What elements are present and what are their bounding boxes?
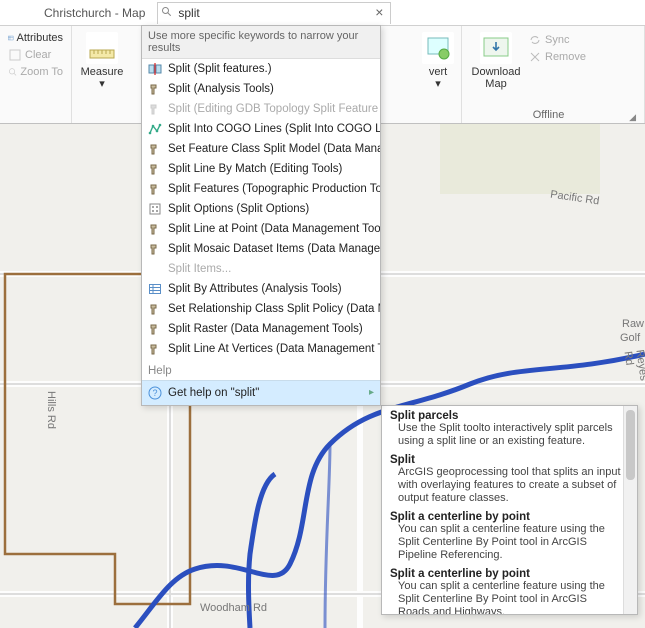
- road-label-hills: Hills Rd: [45, 391, 57, 429]
- convert-label: vert▾: [418, 66, 458, 90]
- help-topic-title: Split a centerline by point: [390, 511, 621, 523]
- search-result-label: Split Items...: [168, 263, 231, 275]
- dropdown-help-section: Help: [142, 359, 380, 380]
- attributes-label: Attributes: [17, 32, 63, 44]
- clear-button: Clear: [6, 47, 65, 63]
- blank-icon: [148, 262, 162, 276]
- search-results-dropdown: Use more specific keywords to narrow you…: [141, 25, 381, 406]
- hammer-icon: [148, 242, 162, 256]
- zoom-to-label: Zoom To: [20, 66, 63, 78]
- search-result-label: Split (Editing GDB Topology Split Featur…: [168, 103, 380, 115]
- hammer-icon: [148, 162, 162, 176]
- search-result-label: Split Mosaic Dataset Items (Data Managem…: [168, 243, 380, 255]
- search-result-label: Split (Split features.): [168, 63, 272, 75]
- search-result-item[interactable]: Split (Analysis Tools): [142, 79, 380, 99]
- help-topic-title: Split parcels: [390, 410, 621, 422]
- help-flyout-panel: Split parcelsUse the Split toolto intera…: [381, 405, 638, 615]
- download-map-icon: [480, 32, 512, 64]
- command-search-wrap: ×: [157, 2, 391, 24]
- search-result-item[interactable]: Split Line At Vertices (Data Management …: [142, 339, 380, 359]
- help-topic-title: Split: [390, 454, 621, 466]
- search-result-label: Set Relationship Class Split Policy (Dat…: [168, 303, 380, 315]
- search-result-item: Split (Editing GDB Topology Split Featur…: [142, 99, 380, 119]
- hammer-icon: [148, 302, 162, 316]
- search-result-label: Split (Analysis Tools): [168, 83, 274, 95]
- chevron-right-icon: ▸: [369, 387, 374, 398]
- road-label-woodham: Woodham Rd: [200, 602, 267, 614]
- search-result-item[interactable]: Split Mosaic Dataset Items (Data Managem…: [142, 239, 380, 259]
- help-scroll-thumb[interactable]: [626, 410, 635, 480]
- search-result-label: Split Line at Point (Data Management Too…: [168, 223, 380, 235]
- hammer-icon: [148, 342, 162, 356]
- search-result-label: Split Features (Topographic Production T…: [168, 183, 380, 195]
- help-topic[interactable]: Split parcelsUse the Split toolto intera…: [390, 410, 621, 448]
- download-map-button[interactable]: Download Map: [468, 30, 524, 90]
- help-link-label: Get help on "split": [168, 387, 259, 399]
- help-scrollbar[interactable]: [623, 406, 637, 614]
- help-topic-body: You can split a centerline feature using…: [390, 523, 621, 562]
- help-topic-body: You can split a centerline feature using…: [390, 580, 621, 614]
- attributes-button[interactable]: Attributes: [6, 30, 65, 46]
- search-result-item[interactable]: Split Line at Point (Data Management Too…: [142, 219, 380, 239]
- search-result-item[interactable]: Split Into COGO Lines (Split Into COGO L…: [142, 119, 380, 139]
- search-result-label: Split By Attributes (Analysis Tools): [168, 283, 342, 295]
- search-result-item[interactable]: Split Features (Topographic Production T…: [142, 179, 380, 199]
- cogo-icon: [148, 122, 162, 136]
- search-result-label: Set Feature Class Split Model (Data Mana…: [168, 143, 380, 155]
- search-icon: [161, 6, 173, 18]
- sync-label: Sync: [545, 34, 569, 46]
- options-icon: [148, 202, 162, 216]
- help-icon: ?: [148, 386, 162, 400]
- hammer-icon: [148, 102, 162, 116]
- hammer-icon: [148, 82, 162, 96]
- help-topic[interactable]: SplitArcGIS geoprocessing tool that spli…: [390, 454, 621, 505]
- remove-label: Remove: [545, 51, 586, 63]
- help-topic[interactable]: Split a centerline by pointYou can split…: [390, 511, 621, 562]
- search-clear-button[interactable]: ×: [371, 4, 387, 20]
- search-result-item[interactable]: Split Options (Split Options): [142, 199, 380, 219]
- offline-group-label: Offline: [468, 109, 629, 123]
- measure-label: Measure▾: [78, 66, 126, 90]
- offline-dialog-launcher[interactable]: ◢: [629, 112, 638, 123]
- search-result-label: Split Line By Match (Editing Tools): [168, 163, 342, 175]
- search-result-item[interactable]: Set Feature Class Split Model (Data Mana…: [142, 139, 380, 159]
- dropdown-hint: Use more specific keywords to narrow you…: [142, 26, 380, 59]
- hammer-icon: [148, 322, 162, 336]
- command-search-input[interactable]: [157, 2, 391, 24]
- search-result-label: Split Raster (Data Management Tools): [168, 323, 363, 335]
- search-result-item[interactable]: Split Raster (Data Management Tools): [142, 319, 380, 339]
- split-feature-icon: [148, 62, 162, 76]
- convert-button[interactable]: vert▾: [418, 30, 458, 90]
- hammer-icon: [148, 222, 162, 236]
- search-result-item[interactable]: Split (Split features.): [142, 59, 380, 79]
- road-label-reyes: Reyes Rd: [622, 349, 645, 383]
- svg-text:?: ?: [152, 388, 157, 398]
- search-result-label: Split Options (Split Options): [168, 203, 309, 215]
- search-result-item[interactable]: Split By Attributes (Analysis Tools): [142, 279, 380, 299]
- search-result-label: Split Line At Vertices (Data Management …: [168, 343, 380, 355]
- help-topic[interactable]: Split a centerline by pointYou can split…: [390, 568, 621, 614]
- search-result-item[interactable]: Split Line By Match (Editing Tools): [142, 159, 380, 179]
- download-map-label: Download Map: [468, 66, 524, 90]
- clear-label: Clear: [25, 49, 51, 61]
- dropdown-help-link[interactable]: ? Get help on "split" ▸: [142, 380, 380, 405]
- convert-icon: [422, 32, 454, 64]
- sync-button: Sync: [526, 32, 588, 48]
- measure-button[interactable]: Measure▾: [78, 30, 126, 90]
- hammer-icon: [148, 142, 162, 156]
- search-result-label: Split Into COGO Lines (Split Into COGO L…: [168, 123, 380, 135]
- label-golf: Golf: [620, 332, 640, 344]
- search-result-item[interactable]: Set Relationship Class Split Policy (Dat…: [142, 299, 380, 319]
- label-raw: Raw: [622, 318, 644, 330]
- remove-button: Remove: [526, 49, 588, 65]
- help-topic-body: ArcGIS geoprocessing tool that splits an…: [390, 466, 621, 505]
- search-result-item: Split Items...: [142, 259, 380, 279]
- help-topic-body: Use the Split toolto interactively split…: [390, 422, 621, 448]
- measure-icon: [86, 32, 118, 64]
- map-tab-title[interactable]: Christchurch - Map: [0, 6, 157, 20]
- help-topic-title: Split a centerline by point: [390, 568, 621, 580]
- hammer-icon: [148, 182, 162, 196]
- table-icon: [148, 282, 162, 296]
- zoom-to-button: Zoom To: [6, 64, 65, 80]
